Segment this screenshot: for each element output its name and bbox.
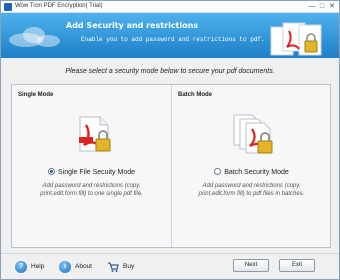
mode-panel: Single Mode Single File Secuity Mode Add… <box>11 84 331 248</box>
pdf-stack-lock-icon <box>233 114 273 154</box>
maximize-button[interactable]: □ <box>317 2 327 11</box>
minimize-button[interactable]: — <box>307 2 317 11</box>
buy-button[interactable]: Buy <box>107 260 143 274</box>
instruction-text: Please select a security mode below to s… <box>65 68 275 75</box>
footer-divider <box>1 253 339 254</box>
batch-mode-group: Batch Mode Batch Security Mode Add passw… <box>171 85 330 247</box>
about-label[interactable]: About <box>75 260 92 274</box>
help-button[interactable]: ? Help <box>15 260 51 274</box>
single-mode-radio[interactable]: Single File Secuity Mode <box>12 168 171 176</box>
radio-unselected-icon[interactable] <box>214 168 222 175</box>
banner-heading: Add Security and restrictions <box>66 21 199 30</box>
batch-mode-description: Add password and restrictions (copy, pri… <box>198 183 305 197</box>
cart-icon <box>108 262 119 272</box>
exit-button[interactable]: Exit <box>279 259 315 272</box>
pdf-lock-banner-icon <box>270 22 322 56</box>
next-button[interactable]: Next <box>233 259 269 272</box>
banner-subtitle: Enable you to add password and restricti… <box>81 36 265 43</box>
about-button[interactable]: i About <box>59 260 99 274</box>
batch-mode-option-label[interactable]: Batch Security Mode <box>224 169 289 176</box>
window-title: Wow Tron PDF Encryption( Trial) <box>15 3 103 9</box>
single-mode-description: Add password and restrictions (copy, pri… <box>40 183 143 197</box>
info-icon: i <box>59 261 71 273</box>
header-banner: Add Security and restrictions Enable you… <box>1 13 339 58</box>
pdf-lock-icon <box>79 116 111 152</box>
batch-mode-radio[interactable]: Batch Security Mode <box>172 168 331 176</box>
close-button[interactable]: ✕ <box>327 2 337 11</box>
radio-selected-icon[interactable] <box>47 168 55 175</box>
help-label[interactable]: Help <box>31 260 44 274</box>
single-mode-option-label[interactable]: Single File Secuity Mode <box>58 169 135 176</box>
app-icon <box>4 3 12 11</box>
help-icon: ? <box>15 261 27 273</box>
app-window: Wow Tron PDF Encryption( Trial) — □ ✕ Ad… <box>0 0 340 280</box>
buy-label[interactable]: Buy <box>123 260 134 274</box>
batch-mode-label: Batch Mode <box>178 92 213 98</box>
single-mode-group: Single Mode Single File Secuity Mode Add… <box>12 85 171 247</box>
title-bar: Wow Tron PDF Encryption( Trial) — □ ✕ <box>1 1 339 13</box>
single-mode-label: Single Mode <box>18 92 54 98</box>
